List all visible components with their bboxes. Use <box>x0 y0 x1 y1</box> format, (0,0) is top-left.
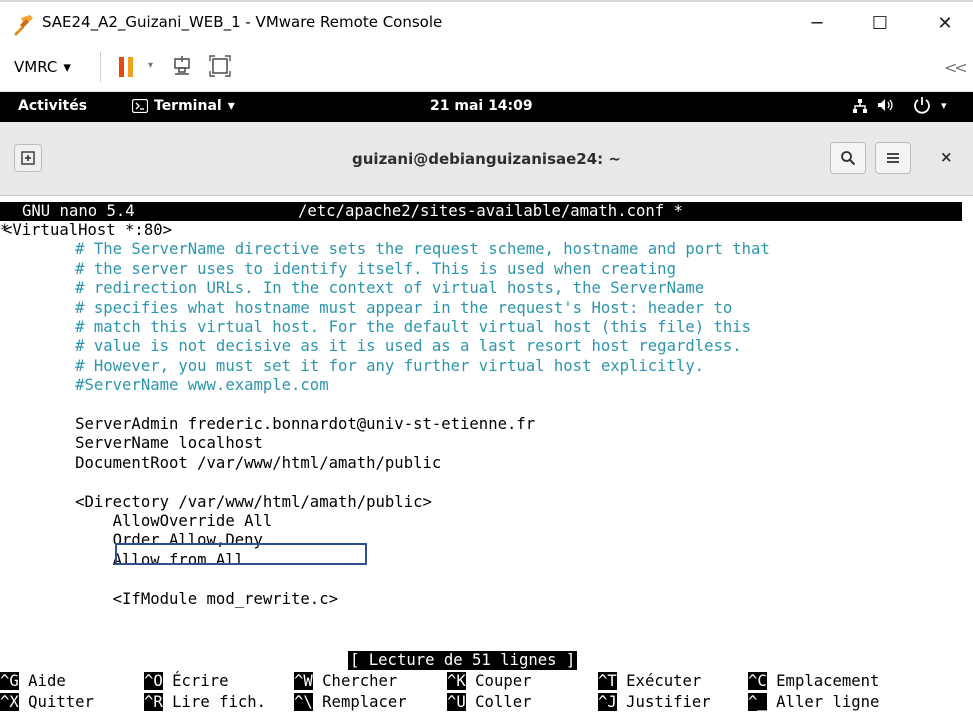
annotation-highlight-box <box>115 543 367 565</box>
nano-shortcut: ^R Lire fich. <box>144 693 266 712</box>
shortcut-label: Coller <box>465 693 532 711</box>
nano-shortcut: ^X Quitter <box>0 693 94 712</box>
shortcut-label: Chercher <box>312 672 398 690</box>
close-window-button[interactable]: ✕ <box>922 8 968 38</box>
pause-icon[interactable] <box>118 56 136 78</box>
clock[interactable]: 21 mai 14:09 <box>430 98 533 114</box>
editor-line[interactable]: <VirtualHost *:80> * <box>0 221 172 240</box>
nano-status-message: [ Lecture de 51 lignes ] <box>348 651 578 670</box>
shortcut-key: ^T <box>598 672 617 690</box>
editor-line[interactable]: DocumentRoot /var/www/html/amath/public <box>0 454 441 473</box>
nano-shortcut: ^U Coller <box>447 693 532 712</box>
maximize-button[interactable]: ☐ <box>857 8 903 38</box>
editor-line[interactable]: # redirection URLs. In the context of vi… <box>0 279 704 298</box>
shortcut-label: Aller ligne <box>766 693 880 711</box>
nano-shortcut: ^G Aide <box>0 672 66 691</box>
toolbar-divider <box>100 52 101 82</box>
shortcut-key: ^J <box>598 693 617 711</box>
modified-line-marker: * <box>0 221 10 239</box>
hamburger-icon <box>887 153 899 163</box>
nano-shortcut: ^W Chercher <box>294 672 397 691</box>
vmrc-menu-label: VMRC <box>14 58 58 76</box>
terminal-content[interactable]: GNU nano 5.4 /etc/apache2/sites-availabl… <box>0 196 973 717</box>
editor-line[interactable]: # value is not decisive as it is used as… <box>0 337 742 356</box>
editor-line[interactable]: # the server uses to identify itself. Th… <box>0 260 676 279</box>
shortcut-label: Justifier <box>616 693 711 711</box>
nano-shortcut: ^K Couper <box>447 672 532 691</box>
activities-button[interactable]: Activités <box>18 98 87 114</box>
nano-shortcut: ^C Emplacement <box>748 672 879 691</box>
shortcut-key: ^X <box>0 693 19 711</box>
nano-shortcut: ^T Exécuter <box>598 672 701 691</box>
shortcut-key: ^R <box>144 693 163 711</box>
editor-line[interactable]: # The ServerName directive sets the requ… <box>0 240 770 259</box>
chevron-down-icon: ▾ <box>227 98 235 114</box>
shortcut-label: Écrire <box>162 672 229 690</box>
terminal-title: guizani@debianguizanisae24: ~ <box>352 150 621 168</box>
nano-shortcut: ^O Écrire <box>144 672 229 691</box>
fullscreen-icon[interactable] <box>209 55 231 77</box>
gnome-top-bar: Activités Terminal ▾ 21 mai 14:09 ▾ <box>0 92 973 122</box>
terminal-icon <box>132 99 148 113</box>
vmware-remote-console-icon <box>14 15 33 36</box>
pause-dropdown-icon[interactable]: ▾ <box>148 60 153 71</box>
editor-line[interactable]: AllowOverride All <box>0 512 273 531</box>
search-icon <box>841 151 856 166</box>
editor-line[interactable]: # However, you must set it for any furth… <box>0 357 704 376</box>
collapse-toolbar-icon[interactable]: << <box>944 58 968 77</box>
shortcut-label: Emplacement <box>766 672 880 690</box>
shortcut-label: Exécuter <box>616 672 702 690</box>
chevron-down-icon: ▾ <box>63 58 71 76</box>
nano-shortcut: ^_ Aller ligne <box>748 693 879 712</box>
shortcut-label: Quitter <box>18 693 94 711</box>
shortcut-key: ^U <box>447 693 466 711</box>
nano-version: GNU nano 5.4 <box>22 202 135 220</box>
chevron-down-icon[interactable]: ▾ <box>941 99 947 112</box>
shortcut-key: ^W <box>294 672 313 690</box>
shortcut-key: ^\ <box>294 693 313 711</box>
editor-line[interactable]: <Directory /var/www/html/amath/public> <box>0 493 432 512</box>
shortcut-key: ^C <box>748 672 767 690</box>
shortcut-label: Lire fich. <box>162 693 267 711</box>
nano-filename: /etc/apache2/sites-available/amath.conf … <box>298 202 683 220</box>
send-ctrl-alt-del-icon[interactable] <box>172 55 194 77</box>
window-title-bar: SAE24_A2_Guizani_WEB_1 - VMware Remote C… <box>0 0 973 42</box>
vmrc-menu-button[interactable]: VMRC ▾ <box>14 58 71 76</box>
power-icon[interactable] <box>913 95 931 115</box>
close-terminal-button[interactable]: × <box>940 148 953 166</box>
shortcut-label: Aide <box>18 672 66 690</box>
volume-icon[interactable] <box>877 97 895 113</box>
shortcut-label: Remplacer <box>312 693 407 711</box>
nano-shortcut: ^\ Remplacer <box>294 693 407 712</box>
terminal-header-bar: guizani@debianguizanisae24: ~ × <box>0 122 973 196</box>
network-icon[interactable] <box>852 98 868 114</box>
editor-line[interactable]: ServerAdmin frederic.bonnardot@univ-st-e… <box>0 415 535 434</box>
shortcut-key: ^K <box>447 672 466 690</box>
app-menu-label: Terminal <box>154 98 222 114</box>
hamburger-menu-button[interactable] <box>875 142 911 174</box>
shortcut-key: ^O <box>144 672 163 690</box>
editor-line[interactable]: ServerName localhost <box>0 434 263 453</box>
editor-line[interactable]: # match this virtual host. For the defau… <box>0 318 751 337</box>
shortcut-label: Couper <box>465 672 532 690</box>
nano-shortcut: ^J Justifier <box>598 693 711 712</box>
shortcut-key: ^G <box>0 672 19 690</box>
vmrc-toolbar: VMRC ▾ ▾ << <box>0 42 973 92</box>
editor-line[interactable]: # specifies what hostname must appear in… <box>0 299 732 318</box>
shortcut-key: ^_ <box>748 693 767 711</box>
app-menu-terminal[interactable]: Terminal ▾ <box>132 98 235 114</box>
minimize-button[interactable]: ─ <box>794 8 840 38</box>
window-title: SAE24_A2_Guizani_WEB_1 - VMware Remote C… <box>42 13 443 31</box>
editor-line[interactable]: #ServerName www.example.com <box>0 376 329 395</box>
search-button[interactable] <box>830 142 866 174</box>
editor-line[interactable]: <IfModule mod_rewrite.c> <box>0 590 338 609</box>
nano-header-bar: GNU nano 5.4 /etc/apache2/sites-availabl… <box>0 202 962 221</box>
